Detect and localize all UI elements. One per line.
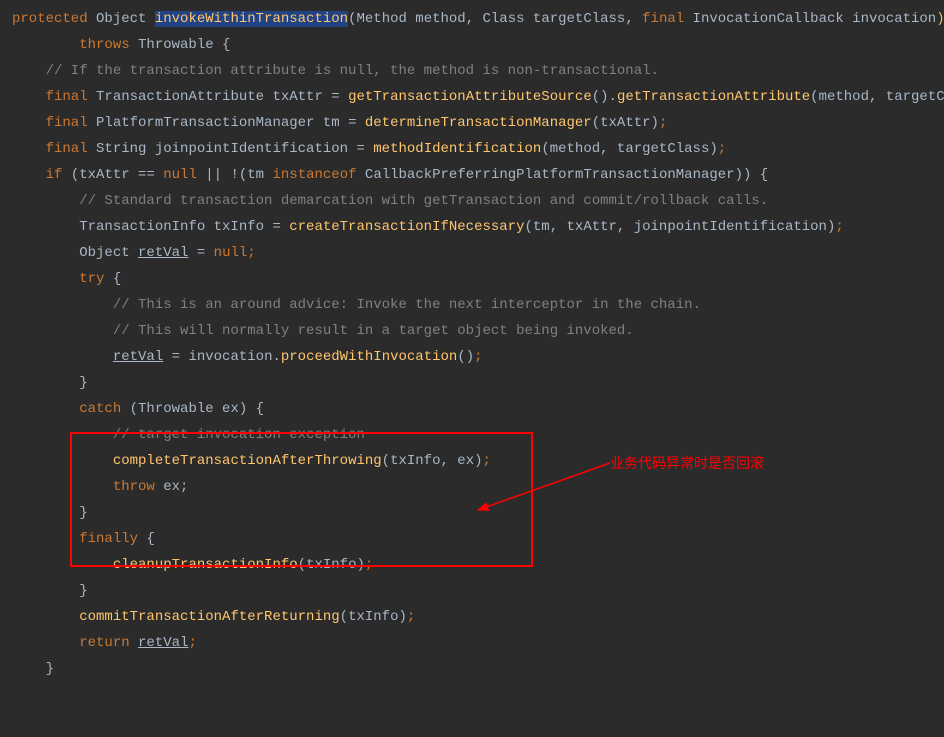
code-line-26: commitTransactionAfterReturning(txInfo); [12,604,944,630]
comment-line: // target invocation exception [12,422,944,448]
code-line-13: try { [12,266,944,292]
code-line-25: } [12,578,944,604]
code-line-7: final String joinpointIdentification = m… [12,136,944,162]
method-name-highlighted: invokeWithinTransaction [155,11,348,27]
comment-line: // This will normally result in a target… [12,318,944,344]
code-line-9: if (txAttr == null || !(tm instanceof Ca… [12,162,944,188]
comment-line: // Standard transaction demarcation with… [12,188,944,214]
code-line-27: return retVal; [12,630,944,656]
code-editor[interactable]: protected Object invokeWithinTransaction… [12,6,944,682]
code-line-11: TransactionInfo txInfo = createTransacti… [12,214,944,240]
code-line-22: } [12,500,944,526]
comment-line: // This is an around advice: Invoke the … [12,292,944,318]
code-line-17: } [12,370,944,396]
code-line-2: throws Throwable { [12,32,944,58]
code-line-24: cleanupTransactionInfo(txInfo); [12,552,944,578]
code-line-20: completeTransactionAfterThrowing(txInfo,… [12,448,944,474]
code-line-1: protected Object invokeWithinTransaction… [12,6,944,32]
code-line-23: finally { [12,526,944,552]
annotation-text: 业务代码异常时是否回滚 [610,450,764,476]
code-line-16: retVal = invocation.proceedWithInvocatio… [12,344,944,370]
comment-line: // If the transaction attribute is null,… [12,58,944,84]
keyword-protected: protected [12,11,88,27]
code-line-21: throw ex; [12,474,944,500]
code-line-28: } [12,656,944,682]
code-line-6: final PlatformTransactionManager tm = de… [12,110,944,136]
code-line-5: final TransactionAttribute txAttr = getT… [12,84,944,110]
code-line-12: Object retVal = null; [12,240,944,266]
code-line-18: catch (Throwable ex) { [12,396,944,422]
